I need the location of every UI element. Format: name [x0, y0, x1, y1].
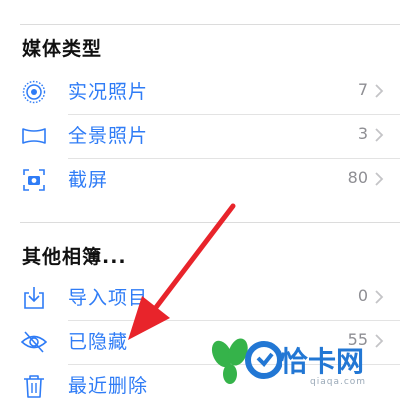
watermark-text: 恰卡网: [280, 345, 365, 378]
leaf-logo-icon: [211, 338, 282, 384]
panorama-icon: [22, 128, 46, 144]
album-label: 截屏: [68, 169, 109, 191]
album-label: 导入项目: [68, 287, 149, 309]
album-row-panoramas[interactable]: 全景照片 3: [0, 114, 400, 158]
album-label: 已隐藏: [68, 331, 129, 353]
album-count: 3: [357, 124, 368, 143]
chevron-right-icon: [375, 172, 384, 186]
album-label: 最近删除: [68, 375, 149, 397]
other-albums-heading: 其他相簿...: [22, 246, 127, 268]
album-count: 7: [357, 80, 368, 99]
watermark-subtext: qiaqa.com: [310, 377, 367, 387]
album-label: 实况照片: [68, 81, 149, 103]
album-row-live-photos[interactable]: 实况照片 7: [0, 70, 400, 114]
album-row-imports[interactable]: 导入项目 0: [0, 276, 400, 320]
trash-icon: [24, 375, 44, 398]
album-count: 80: [347, 168, 368, 187]
hidden-eye-icon: [21, 331, 47, 353]
section-divider: [20, 222, 400, 223]
screenshot-icon: [23, 169, 45, 191]
top-divider: [20, 24, 400, 25]
album-label: 全景照片: [68, 125, 149, 147]
import-icon: [24, 287, 44, 309]
chevron-right-icon: [375, 290, 384, 304]
album-count: 0: [357, 286, 368, 305]
chevron-right-icon: [375, 128, 384, 142]
album-row-screenshots[interactable]: 截屏 80: [0, 158, 400, 202]
live-photo-icon: [22, 80, 46, 104]
chevron-right-icon: [375, 84, 384, 98]
watermark-logo: 恰卡网 qiaqa.com: [202, 332, 392, 392]
media-types-heading: 媒体类型: [22, 38, 103, 60]
